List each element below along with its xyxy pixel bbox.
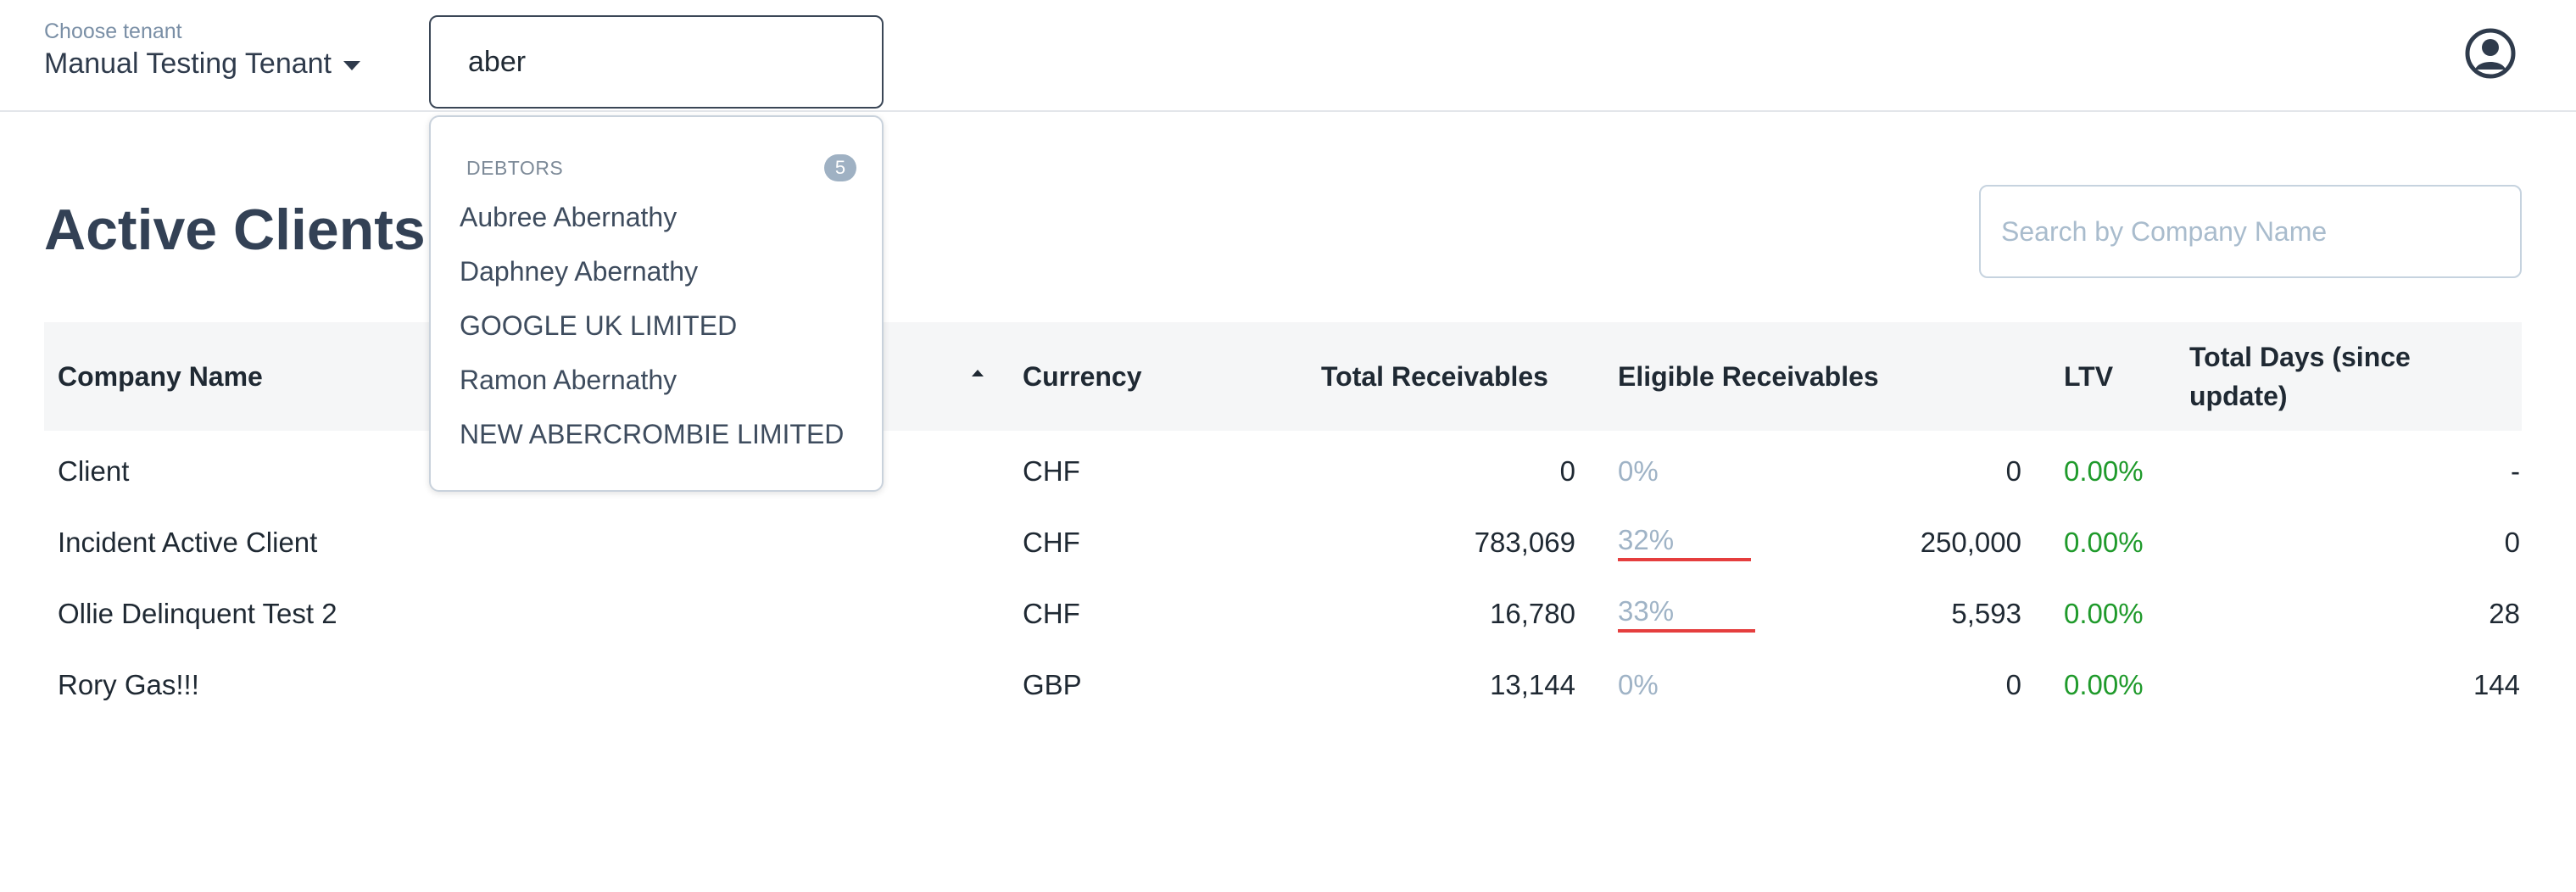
- cell-ltv: 0.00%: [2064, 455, 2144, 487]
- debtors-section-header: DEBTORS 5: [466, 154, 856, 181]
- cell-company[interactable]: Rory Gas!!!: [58, 649, 199, 721]
- column-header-ltv[interactable]: LTV: [2064, 322, 2166, 431]
- debtors-section-title: DEBTORS: [466, 156, 564, 179]
- table-row[interactable]: Client CHF 0 0% 0 0.00% -: [44, 436, 2522, 507]
- tenant-label: Choose tenant: [44, 20, 182, 43]
- suggestion-list: Aubree Abernathy Daphney Abernathy GOOGL…: [460, 190, 858, 461]
- suggestion-item[interactable]: GOOGLE UK LIMITED: [460, 298, 858, 353]
- sort-ascending-icon[interactable]: [972, 370, 984, 376]
- cell-company[interactable]: Incident Active Client: [58, 507, 317, 578]
- cell-ltv: 0.00%: [2064, 598, 2144, 629]
- column-header-eligible-receivables-label: Eligible Receivables: [1618, 361, 1879, 392]
- clients-table: Company Name Currency Total Receivables …: [44, 322, 2522, 721]
- table-body: Client CHF 0 0% 0 0.00% - Incident Activ…: [44, 436, 2522, 721]
- suggestion-item[interactable]: Daphney Abernathy: [460, 244, 858, 298]
- cell-ltv: 0.00%: [2064, 669, 2144, 700]
- global-search-input[interactable]: aber: [429, 15, 884, 109]
- cell-total-receivables: 16,780: [1490, 598, 1575, 629]
- global-search-value: aber: [468, 45, 527, 78]
- top-bar: Choose tenant Manual Testing Tenant aber: [0, 0, 2576, 112]
- column-header-currency-label: Currency: [1023, 361, 1142, 392]
- eligible-pct-label: 0%: [1618, 669, 1659, 700]
- cell-total-receivables: 13,144: [1490, 669, 1575, 700]
- table-row[interactable]: Incident Active Client CHF 783,069 32% 2…: [44, 507, 2522, 578]
- user-circle-icon[interactable]: [2464, 27, 2517, 80]
- table-row[interactable]: Ollie Delinquent Test 2 CHF 16,780 33% 5…: [44, 578, 2522, 649]
- cell-total-receivables: 0: [1559, 455, 1575, 487]
- table-row[interactable]: Rory Gas!!! GBP 13,144 0% 0 0.00% 144: [44, 649, 2522, 721]
- cell-total-days: 28: [2489, 598, 2520, 629]
- page-title: Active Clients: [44, 198, 426, 262]
- column-header-total-days[interactable]: Total Days (since update): [2189, 322, 2444, 431]
- eligible-pct-bar: [1618, 558, 1751, 561]
- cell-eligible-receivables: 250,000: [1920, 527, 2021, 558]
- eligible-pct-label: 0%: [1618, 455, 1659, 487]
- column-header-total-receivables[interactable]: Total Receivables: [1321, 322, 1609, 431]
- column-header-total-receivables-label: Total Receivables: [1321, 361, 1548, 392]
- tenant-selector[interactable]: Choose tenant Manual Testing Tenant: [44, 19, 360, 83]
- cell-currency: CHF: [1023, 455, 1080, 487]
- search-suggestions-dropdown: DEBTORS 5 Aubree Abernathy Daphney Abern…: [429, 115, 884, 492]
- suggestion-item[interactable]: Ramon Abernathy: [460, 353, 858, 407]
- cell-currency: CHF: [1023, 527, 1080, 558]
- cell-total-days: 144: [2473, 669, 2520, 700]
- debtors-count-badge: 5: [824, 154, 856, 181]
- cell-eligible-pct: 32%: [1618, 507, 1751, 578]
- cell-eligible-receivables: 5,593: [1951, 598, 2021, 629]
- cell-company[interactable]: Ollie Delinquent Test 2: [58, 578, 337, 649]
- cell-eligible-pct: 0%: [1618, 436, 1659, 507]
- eligible-pct-label: 33%: [1618, 595, 1675, 627]
- tenant-value-row[interactable]: Manual Testing Tenant: [44, 44, 360, 83]
- cell-ltv: 0.00%: [2064, 527, 2144, 558]
- eligible-pct-label: 32%: [1618, 524, 1675, 555]
- cell-total-days: 0: [2504, 527, 2520, 558]
- table-header: Company Name Currency Total Receivables …: [44, 322, 2522, 431]
- cell-total-receivables: 783,069: [1474, 527, 1575, 558]
- cell-currency: GBP: [1023, 669, 1082, 700]
- column-header-total-days-label: Total Days (since update): [2189, 342, 2411, 411]
- cell-currency: CHF: [1023, 598, 1080, 629]
- caret-down-icon[interactable]: [343, 60, 360, 70]
- eligible-pct-bar: [1618, 629, 1755, 633]
- cell-eligible-pct: 33%: [1618, 578, 1755, 649]
- suggestion-item[interactable]: Aubree Abernathy: [460, 190, 858, 244]
- cell-eligible-receivables: 0: [2005, 455, 2021, 487]
- cell-eligible-receivables: 0: [2005, 669, 2021, 700]
- column-header-currency[interactable]: Currency: [1023, 322, 1277, 431]
- tenant-name: Manual Testing Tenant: [44, 47, 332, 80]
- column-header-eligible-receivables[interactable]: Eligible Receivables: [1618, 322, 1999, 431]
- cell-total-days: -: [2511, 455, 2520, 487]
- column-header-company-label: Company Name: [58, 361, 263, 392]
- company-search-input[interactable]: [1979, 185, 2522, 278]
- cell-eligible-pct: 0%: [1618, 649, 1659, 721]
- column-header-ltv-label: LTV: [2064, 361, 2114, 392]
- suggestion-item[interactable]: NEW ABERCROMBIE LIMITED: [460, 407, 858, 461]
- cell-company[interactable]: Client: [58, 436, 129, 507]
